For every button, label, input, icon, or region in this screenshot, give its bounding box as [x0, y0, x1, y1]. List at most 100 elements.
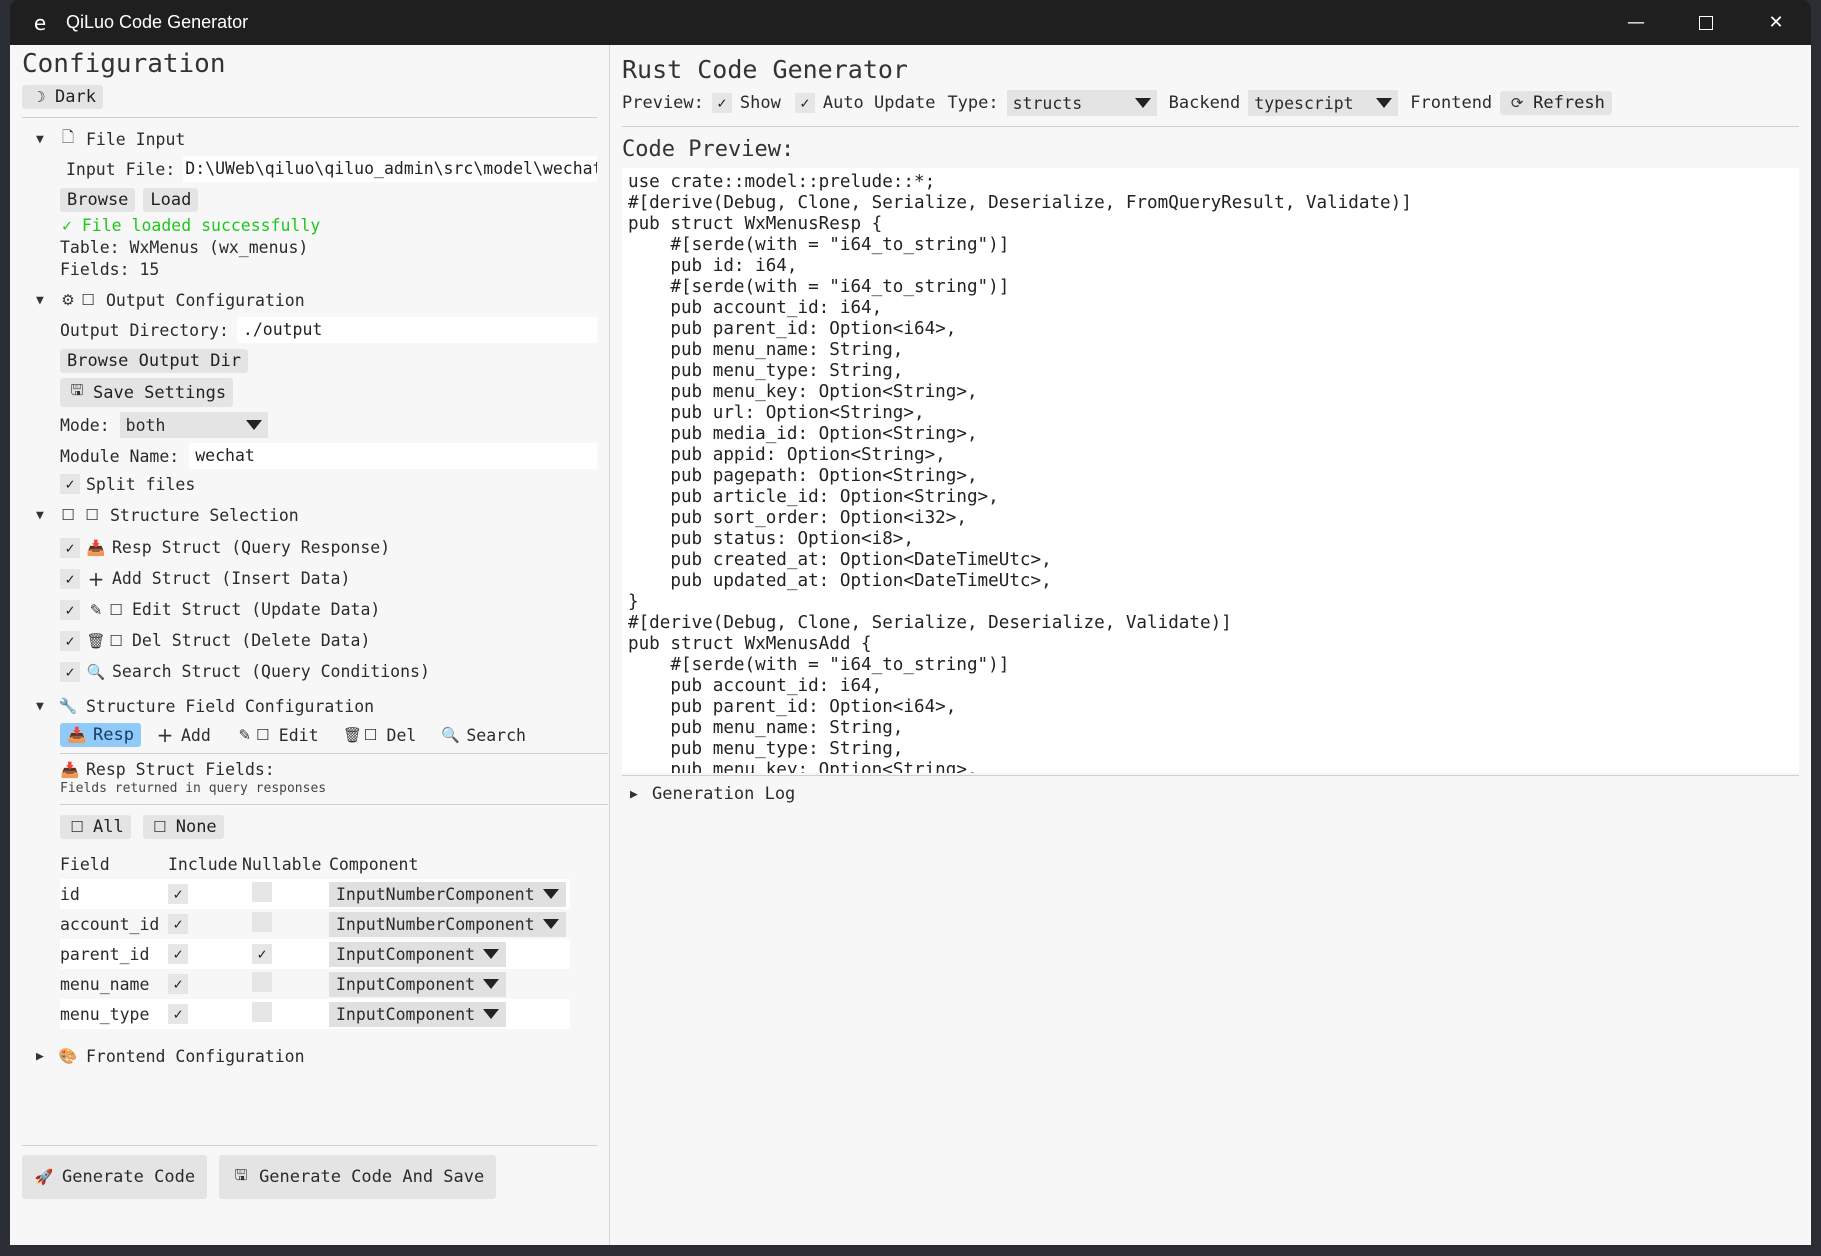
mode-label: Mode:: [60, 415, 110, 435]
load-button[interactable]: Load: [143, 188, 199, 212]
maximize-button[interactable]: [1671, 0, 1741, 45]
frontend-config-header[interactable]: ▶ 🎨 Frontend Configuration: [36, 1043, 597, 1069]
theme-toggle-label: Dark: [55, 87, 96, 107]
tab-resp[interactable]: 📥 Resp: [60, 723, 141, 747]
column-header-field: Field: [60, 854, 110, 874]
add-struct-label: Add Struct (Insert Data): [112, 569, 351, 588]
configuration-title: Configuration: [22, 49, 226, 79]
trash-icon: 🗑: [86, 631, 106, 650]
save-settings-label: Save Settings: [93, 382, 227, 403]
box-icon: ☐: [363, 726, 378, 744]
split-files-checkbox[interactable]: ✓: [60, 474, 80, 494]
chevron-down-icon: [1376, 98, 1393, 108]
minimize-button[interactable]: —: [1601, 0, 1671, 45]
tab-resp-label: Resp: [93, 725, 134, 745]
search-struct-label: Search Struct (Query Conditions): [112, 662, 430, 681]
component-select[interactable]: InputComponent: [329, 1001, 507, 1027]
code-preview-area[interactable]: use crate::model::prelude::*; #[derive(D…: [622, 168, 1799, 773]
tab-search-label: Search: [466, 725, 526, 745]
nullable-checkbox[interactable]: [252, 912, 272, 932]
backend-value: typescript: [1254, 93, 1354, 113]
code-preview-title: Code Preview:: [622, 137, 795, 162]
auto-update-checkbox[interactable]: ✓: [794, 93, 815, 113]
file-input-header[interactable]: ▼ 🗋 File Input: [36, 126, 597, 152]
app-icon: e: [33, 10, 47, 35]
minimize-icon: —: [1627, 12, 1645, 33]
select-all-button[interactable]: ☐ All: [60, 815, 131, 839]
close-icon: ✕: [1768, 12, 1784, 33]
frontend-config-title: Frontend Configuration: [86, 1046, 305, 1066]
type-label: Type:: [947, 93, 999, 113]
field-config-header[interactable]: ▼ 🔧 Structure Field Configuration: [36, 693, 597, 719]
browse-button[interactable]: Browse: [60, 188, 136, 212]
include-checkbox[interactable]: ✓: [168, 974, 188, 994]
component-select[interactable]: InputComponent: [329, 941, 507, 967]
box-icon: ☐: [152, 818, 167, 836]
include-checkbox[interactable]: ✓: [168, 914, 188, 934]
collapse-triangle-icon: ▼: [36, 698, 44, 714]
pencil-icon: ✎: [89, 600, 103, 619]
split-files-label: Split files: [86, 474, 196, 494]
nullable-checkbox[interactable]: [252, 882, 272, 902]
type-select[interactable]: structs: [1006, 90, 1157, 116]
generation-log-header[interactable]: ▶ Generation Log: [630, 784, 1799, 804]
structure-selection-header[interactable]: ▼ ☐ ☐ Structure Selection: [36, 502, 597, 528]
tab-add[interactable]: + Add: [155, 723, 211, 747]
nullable-checkbox[interactable]: [252, 1002, 272, 1022]
include-checkbox[interactable]: ✓: [168, 884, 188, 904]
mode-select[interactable]: both: [119, 412, 268, 438]
column-header-nullable: Nullable: [242, 854, 322, 874]
del-struct-checkbox[interactable]: ✓: [60, 630, 80, 651]
save-settings-button[interactable]: 🖫 Save Settings: [60, 378, 234, 407]
divider: [622, 126, 1799, 127]
add-struct-checkbox[interactable]: ✓: [60, 568, 80, 589]
tab-search[interactable]: 🔍 Search: [440, 726, 526, 745]
nullable-checkbox[interactable]: ✓: [252, 944, 272, 964]
floppy-icon: 🖫: [234, 1165, 248, 1184]
input-file-field[interactable]: D:\UWeb\qiluo\qiluo_admin\src\model\wech…: [183, 156, 597, 182]
tab-edit[interactable]: ✎ ☐ Edit: [235, 725, 319, 745]
tab-edit-label: Edit: [278, 725, 319, 745]
del-struct-label: Del Struct (Delete Data): [132, 631, 371, 650]
frontend-label: Frontend: [1410, 93, 1493, 113]
include-checkbox[interactable]: ✓: [168, 944, 188, 964]
output-dir-field[interactable]: ./output: [236, 317, 597, 343]
generate-and-save-button[interactable]: 🖫 Generate Code And Save: [219, 1155, 497, 1199]
auto-update-label: Auto Update: [822, 93, 936, 113]
edit-struct-checkbox[interactable]: ✓: [60, 599, 80, 620]
component-value: InputComponent: [336, 974, 476, 994]
refresh-icon: ⟳: [1510, 94, 1524, 112]
chevron-down-icon: [483, 979, 500, 989]
chevron-down-icon: [483, 949, 500, 959]
component-select[interactable]: InputComponent: [329, 971, 507, 997]
component-select[interactable]: InputNumberComponent: [329, 881, 566, 907]
tab-del[interactable]: 🗑 ☐ Del: [343, 726, 416, 745]
include-checkbox[interactable]: ✓: [168, 1004, 188, 1024]
theme-toggle-button[interactable]: ☽ Dark: [22, 85, 103, 109]
collapse-triangle-icon: ▼: [36, 131, 44, 147]
output-config-header[interactable]: ▼ ⚙ ☐ Output Configuration: [36, 287, 597, 313]
module-name-field[interactable]: wechat: [189, 443, 597, 469]
search-struct-checkbox[interactable]: ✓: [60, 661, 80, 682]
show-checkbox[interactable]: ✓: [711, 93, 732, 113]
generation-log-title: Generation Log: [652, 784, 796, 804]
component-value: InputNumberComponent: [336, 914, 535, 934]
title-bar: e QiLuo Code Generator — ✕: [10, 0, 1811, 45]
box-icon: ☐: [85, 506, 99, 524]
backend-select[interactable]: typescript: [1248, 90, 1399, 116]
tab-add-label: Add: [180, 725, 211, 745]
component-select[interactable]: InputNumberComponent: [329, 911, 566, 937]
select-none-button[interactable]: ☐ None: [142, 815, 224, 839]
generate-code-button[interactable]: 🚀 Generate Code: [22, 1155, 208, 1199]
field-name: account_id: [60, 914, 160, 934]
resp-struct-checkbox[interactable]: ✓: [60, 537, 80, 558]
component-value: InputNumberComponent: [336, 884, 535, 904]
field-name: parent_id: [60, 944, 150, 964]
nullable-checkbox[interactable]: [252, 972, 272, 992]
close-button[interactable]: ✕: [1741, 0, 1811, 45]
browse-output-dir-button[interactable]: Browse Output Dir: [60, 349, 248, 373]
input-file-label: Input File:: [66, 159, 176, 179]
file-icon: 🗋: [61, 127, 75, 146]
refresh-label: Refresh: [1533, 93, 1605, 113]
refresh-button[interactable]: ⟳ Refresh: [1500, 91, 1612, 115]
